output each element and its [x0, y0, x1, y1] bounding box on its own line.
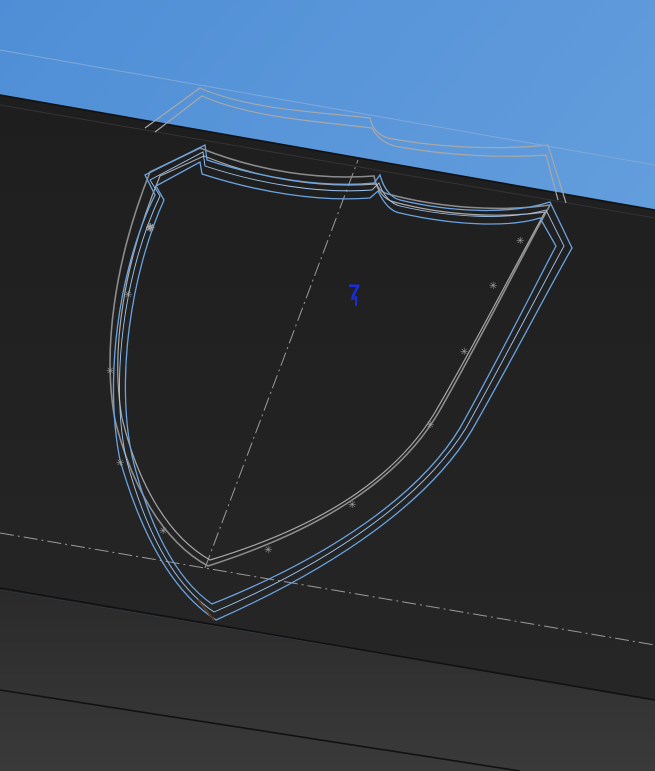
dimension-annotation[interactable]: 7 — [348, 280, 360, 305]
svg-text:✳: ✳ — [106, 366, 114, 377]
svg-text:✳: ✳ — [124, 290, 132, 301]
svg-text:✳: ✳ — [460, 347, 468, 358]
svg-text:✳: ✳ — [146, 223, 154, 234]
svg-text:✳: ✳ — [348, 500, 356, 511]
svg-text:✳: ✳ — [159, 526, 167, 537]
cad-3d-viewport[interactable]: ✳ ✳ ✳ ✳ ✳ ✳ ✳ ✳ ✳ ✳ ✳ 7 — [0, 0, 655, 771]
svg-text:✳: ✳ — [516, 236, 524, 247]
svg-text:✳: ✳ — [489, 281, 497, 292]
svg-text:✳: ✳ — [116, 458, 124, 469]
model-canvas[interactable]: ✳ ✳ ✳ ✳ ✳ ✳ ✳ ✳ ✳ ✳ ✳ 7 — [0, 0, 655, 771]
svg-text:✳: ✳ — [264, 545, 272, 556]
svg-text:✳: ✳ — [426, 420, 434, 431]
